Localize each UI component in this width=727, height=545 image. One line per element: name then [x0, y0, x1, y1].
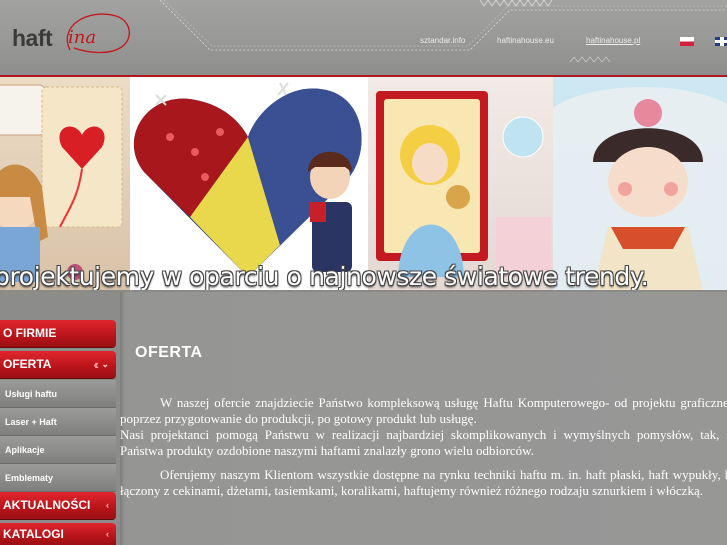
banner-image-angel-teddy: 09-030 [368, 77, 553, 290]
double-chevron-left-icon: ‹‹ [93, 357, 98, 372]
menu-item-label: OFERTA [3, 357, 52, 371]
paragraph-text: W naszej ofercie znajdziecie Państwo kom… [120, 395, 727, 426]
submenu-item-label: Usługi haftu [5, 389, 57, 399]
submenu-item-label: Laser + Haft [5, 417, 57, 427]
menu-item-label: KATALOGI [3, 527, 64, 541]
menu-item-katalogi[interactable]: KATALOGI ‹ [0, 523, 116, 545]
logo-word: haft [12, 25, 53, 51]
sidebar-menu: O FIRMIE OFERTA ‹‹ ⌄ Usługi haftu Laser … [0, 292, 120, 545]
chevron-down-icon: ⌄ [101, 359, 109, 369]
content-body: W naszej ofercie znajdziecie Państwo kom… [120, 395, 727, 507]
top-link-sztandar[interactable]: sztandar.info [420, 36, 465, 45]
menu-item-o-firmie[interactable]: O FIRMIE [0, 320, 116, 347]
site-header: haft ina sztandar.info haftinahouse.eu h… [0, 0, 727, 75]
submenu-item-label: Aplikacje [5, 445, 45, 455]
main-content: OFERTA W naszej ofercie znajdziecie Pańs… [120, 292, 727, 545]
top-link-haftinahouse-eu[interactable]: haftinahouse.eu [497, 36, 554, 45]
banner-image-girl-hat [553, 77, 727, 290]
haftina-logo[interactable]: haft ina [8, 6, 133, 66]
paragraph-text: Nasi projektanci pomogą Państwu w realiz… [120, 427, 727, 458]
submenu-item-emblematy[interactable]: Emblematy [0, 464, 116, 492]
logo-script: ina [68, 27, 97, 48]
submenu-item-uslugi-haftu[interactable]: Usługi haftu [0, 380, 116, 408]
polish-flag-icon[interactable] [680, 37, 694, 46]
menu-item-label: O FIRMIE [3, 326, 57, 340]
submenu-item-laser-haft[interactable]: Laser + Haft [0, 408, 116, 436]
banner-image-patchwork-heart [130, 77, 368, 290]
content-paragraph: W naszej ofercie znajdziecie Państwo kom… [120, 395, 727, 459]
chevron-left-icon: ‹ [106, 529, 109, 539]
paragraph-text: Oferujemy naszym Klientom wszystkie dost… [120, 467, 727, 498]
submenu-item-aplikacje[interactable]: Aplikacje [0, 436, 116, 464]
menu-item-aktualnosci[interactable]: AKTUALNOŚCI ‹ [0, 492, 116, 519]
submenu-item-label: Emblematy [5, 473, 54, 483]
menu-item-label: AKTUALNOŚCI [3, 498, 91, 512]
chevron-left-icon: ‹ [106, 500, 109, 510]
hero-banner: 09-030 projektujemy w oparciu o najnowsz… [0, 75, 727, 290]
banner-tagline: projektujemy w oparciu o najnowsze świat… [0, 262, 649, 290]
top-link-haftinahouse-pl[interactable]: haftinahouse.pl [586, 36, 640, 45]
english-flag-icon[interactable] [715, 37, 727, 46]
banner-image-doll-balloon [0, 77, 130, 290]
page-title: OFERTA [135, 344, 203, 361]
menu-item-oferta[interactable]: OFERTA ‹‹ ⌄ [0, 351, 116, 378]
content-paragraph: Oferujemy naszym Klientom wszystkie dost… [120, 467, 727, 499]
